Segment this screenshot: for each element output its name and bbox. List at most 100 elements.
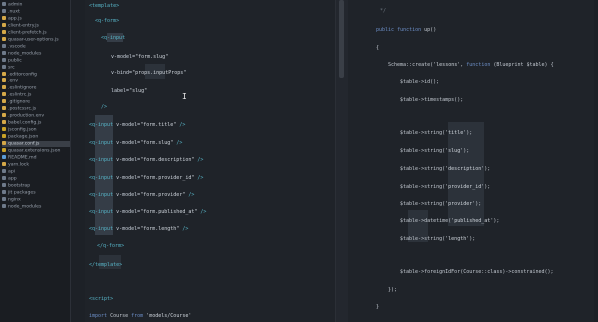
code-token: function: [466, 62, 491, 68]
code-token: up(): [421, 27, 437, 33]
explorer-folder[interactable]: jit packages: [2, 189, 70, 196]
explorer-item-label: nginx: [8, 197, 21, 203]
code-token: (Blueprint $table) {: [490, 62, 554, 68]
code-token: 'models/Course': [143, 313, 192, 319]
code-token: v-model=: [113, 209, 141, 215]
explorer-file[interactable]: package.json: [2, 134, 70, 140]
explorer-folder[interactable]: src: [2, 64, 70, 71]
code-line: });: [388, 287, 397, 294]
divider-scroll-thumb[interactable]: [339, 0, 344, 78]
explorer-file[interactable]: client-prefetch.js: [2, 29, 70, 36]
explorer-folder[interactable]: api: [2, 168, 70, 175]
code-token: />: [101, 104, 108, 110]
code-token: $table->string(: [400, 130, 446, 136]
explorer-item-label: .postcssrc.js: [8, 106, 37, 112]
code-line: {: [376, 45, 379, 52]
file-icon: [2, 78, 6, 83]
explorer-item-label: jsconfig.json: [8, 127, 37, 133]
explorer-file[interactable]: babel.config.js: [2, 120, 70, 126]
explorer-item-label: public: [8, 58, 22, 64]
explorer-item-label: jit packages: [8, 190, 36, 196]
explorer-file[interactable]: yarn.lock: [2, 161, 70, 168]
explorer-folder[interactable]: admin: [2, 2, 70, 8]
code-token: />: [194, 175, 204, 181]
code-token: $table->datetime(: [400, 218, 452, 224]
pane-divider[interactable]: [335, 0, 348, 322]
code-token: "form.length": [140, 226, 180, 232]
left-line-gutter: [71, 0, 85, 322]
folder-icon: [2, 203, 6, 208]
folder-icon: [2, 168, 6, 173]
explorer-file[interactable]: client-entry.js: [2, 22, 70, 29]
code-token: v-model=: [113, 226, 141, 232]
code-token: <q-input: [89, 175, 114, 181]
code-token: $table->id();: [400, 79, 440, 85]
code-line: $table->string('slug');: [400, 148, 469, 155]
file-icon: [2, 154, 6, 159]
explorer-file[interactable]: .editorconfig: [2, 71, 70, 78]
explorer-folder[interactable]: bootstrap: [2, 182, 70, 189]
file-icon: [2, 113, 6, 118]
right-scrollbar[interactable]: [594, 0, 598, 322]
explorer-item-label: client-prefetch.js: [8, 30, 47, 36]
explorer-folder[interactable]: .nuxt: [2, 8, 70, 15]
file-icon: [2, 161, 6, 166]
explorer-folder[interactable]: public: [2, 57, 70, 64]
code-token: $table->string(: [400, 201, 446, 207]
code-line: $table->datetime('published_at');: [400, 218, 499, 225]
explorer-item-label: README.md: [8, 155, 37, 161]
code-token: "form.slug": [135, 54, 169, 60]
explorer-file[interactable]: jsconfig.json: [2, 127, 70, 133]
explorer-item-label: yarn.lock: [8, 162, 29, 168]
code-line: $table->string('title');: [400, 130, 472, 137]
code-line: Schema::create('lessons', function (Blue…: [388, 62, 554, 69]
explorer-item-label: app: [8, 176, 17, 182]
code-token: $table->string(: [400, 166, 446, 172]
explorer-folder[interactable]: node_modules: [2, 50, 70, 57]
file-icon: [2, 85, 6, 90]
file-explorer: admin .nuxt app.js client-entry.js client-pr…: [0, 0, 71, 322]
code-token: v-model=: [113, 175, 141, 181]
explorer-file[interactable]: app.js: [2, 15, 70, 22]
explorer-file[interactable]: .production.env: [2, 113, 70, 119]
code-token: );: [469, 236, 476, 242]
folder-icon: [2, 50, 6, 55]
explorer-item-label: quasar.extensions.json: [8, 148, 61, 154]
left-editor-pane[interactable]: <template> <q-form> <q-input v-model="form.…: [85, 0, 335, 322]
explorer-folder[interactable]: node_modules: [2, 203, 70, 210]
code-line: </q-form>: [97, 243, 124, 250]
explorer-item-label: admin: [8, 2, 23, 8]
code-token: );: [493, 218, 500, 224]
explorer-file[interactable]: .eslintignore: [2, 85, 70, 91]
right-editor-pane[interactable]: */public function up(){Schema::create('l…: [348, 0, 598, 322]
explorer-file[interactable]: .gitignore: [2, 99, 70, 105]
folder-icon: [2, 196, 6, 201]
explorer-folder[interactable]: .vscode: [2, 43, 70, 50]
explorer-item-label: app.js: [8, 16, 22, 22]
code-line: */: [380, 8, 386, 15]
explorer-file[interactable]: README.md: [2, 154, 70, 161]
explorer-item-label: .nuxt: [8, 9, 20, 15]
explorer-file[interactable]: quasar.conf.js: [2, 141, 70, 147]
code-line: $table->timestamps();: [400, 97, 463, 104]
explorer-file[interactable]: quasar-user-options.js: [2, 36, 70, 43]
file-icon: [2, 92, 6, 97]
code-line: <q-input v-model="form.published_at" />: [89, 209, 206, 216]
code-token: "form.published_at": [140, 209, 198, 215]
folder-icon: [2, 2, 6, 6]
explorer-file[interactable]: .eslintrc.js: [2, 92, 70, 98]
explorer-file[interactable]: quasar.extensions.json: [2, 147, 70, 154]
file-icon: [2, 141, 6, 145]
code-token: <q-input: [89, 209, 114, 215]
code-token: 'slug': [445, 148, 464, 154]
file-icon: [2, 106, 6, 111]
explorer-file[interactable]: .env: [2, 78, 70, 84]
file-icon: [2, 120, 6, 125]
code-token: );: [484, 184, 491, 190]
explorer-folder[interactable]: app: [2, 175, 70, 182]
explorer-file[interactable]: .postcssrc.js: [2, 106, 70, 112]
explorer-folder[interactable]: nginx: [2, 196, 70, 203]
folder-icon: [2, 64, 6, 69]
code-token: />: [179, 226, 189, 232]
code-token: <q-input: [89, 157, 114, 163]
